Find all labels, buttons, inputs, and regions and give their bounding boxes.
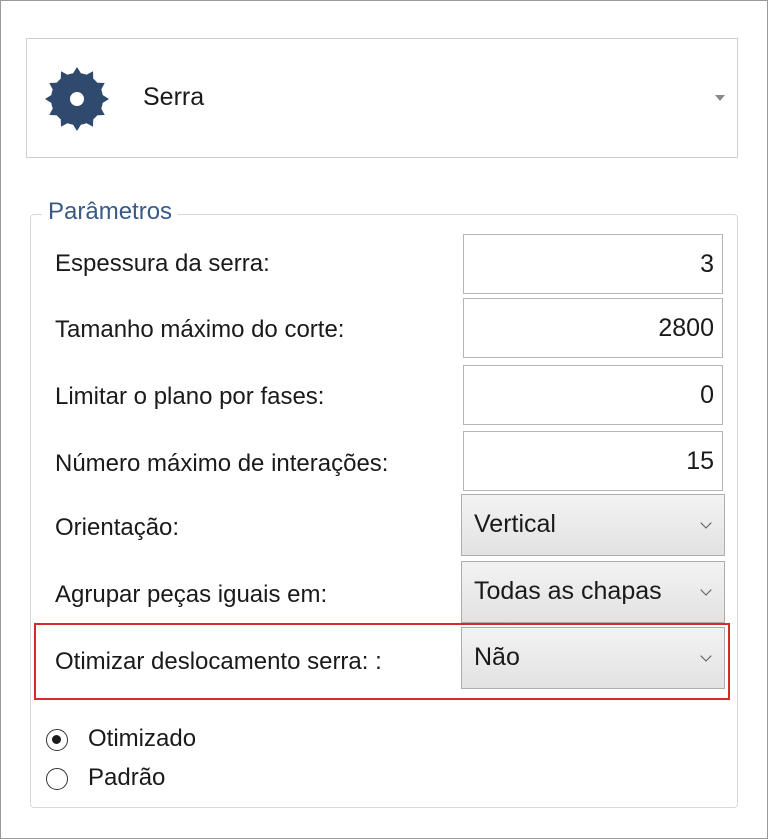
radio-button[interactable] — [46, 768, 68, 790]
group-parts-label: Agrupar peças iguais em: — [55, 581, 328, 608]
chevron-down-icon — [700, 650, 712, 662]
max-iterations-input[interactable]: 15 — [463, 431, 723, 491]
tool-selector[interactable]: Serra — [26, 38, 738, 158]
radio-button[interactable] — [46, 729, 68, 751]
chevron-down-icon — [700, 517, 712, 529]
max-cut-label: Tamanho máximo do corte: — [55, 316, 345, 343]
saw-blade-icon — [45, 67, 109, 131]
radio-selected-dot — [52, 735, 61, 744]
radio-optimized-label: Otimizado — [88, 725, 197, 752]
chevron-down-icon — [700, 584, 712, 596]
tool-name: Serra — [143, 83, 205, 111]
thickness-input[interactable]: 3 — [463, 234, 723, 294]
group-parts-value: Todas as chapas — [474, 577, 662, 605]
max-iterations-label: Número máximo de interações: — [55, 450, 389, 477]
optimize-saw-select[interactable]: Não — [461, 627, 725, 689]
limit-phases-label: Limitar o plano por fases: — [55, 383, 325, 410]
optimize-saw-value: Não — [474, 643, 520, 671]
chevron-down-icon[interactable] — [715, 95, 725, 101]
radio-standard-label: Padrão — [88, 764, 166, 791]
parameters-title: Parâmetros — [42, 198, 179, 226]
limit-phases-input[interactable]: 0 — [463, 365, 723, 425]
orientation-label: Orientação: — [55, 514, 180, 541]
max-cut-input[interactable]: 2800 — [463, 298, 723, 358]
optimize-saw-label: Otimizar deslocamento serra: : — [55, 648, 382, 675]
thickness-label: Espessura da serra: — [55, 250, 270, 277]
orientation-value: Vertical — [474, 510, 556, 538]
group-parts-select[interactable]: Todas as chapas — [461, 561, 725, 623]
orientation-select[interactable]: Vertical — [461, 494, 725, 556]
